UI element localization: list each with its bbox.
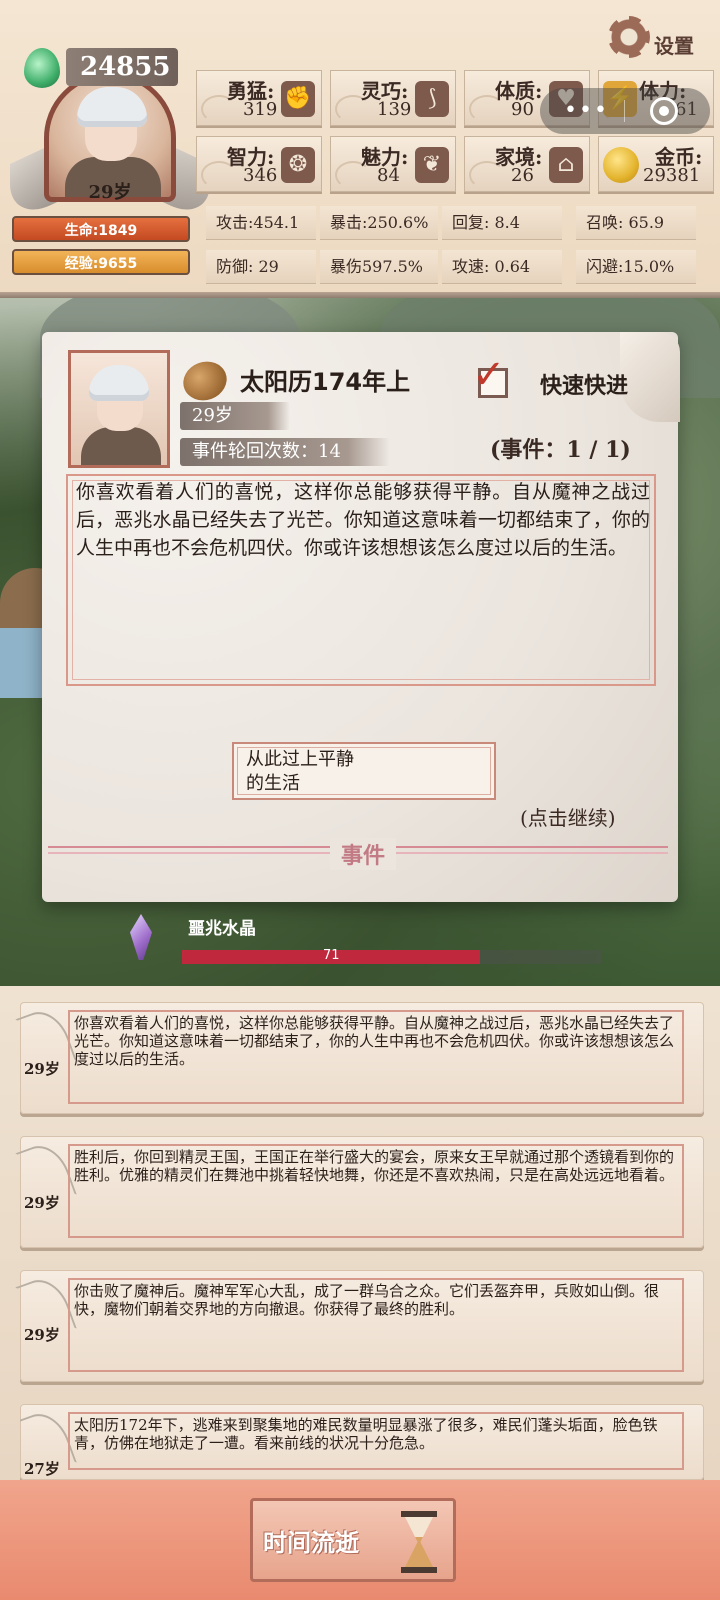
gear-icon[interactable] <box>608 16 650 58</box>
event-age: 29岁 <box>180 402 290 430</box>
log-age: 29岁 <box>24 1326 60 1344</box>
log-entry: 29岁 胜利后，你回到精灵王国，王国正在举行盛大的宴会，原来女王早就通过那个透镜… <box>15 1136 704 1248</box>
crystal-progress-bar <box>182 950 602 964</box>
attr-bravery: 勇猛: 319 ✊ <box>196 70 322 126</box>
attr-agility: 灵巧: 139 ⟆ <box>330 70 456 126</box>
hourglass-icon <box>401 1511 437 1573</box>
stat-regen: 回复: 8.4 <box>442 206 562 240</box>
character-header: 29岁 24855 生命:1849 经验:9655 勇猛: 319 ✊ 灵巧: … <box>0 0 720 298</box>
log-entry: 27岁 太阳历172年下，逃难来到聚集地的难民数量明显暴涨了很多，难民们蓬头垢面… <box>20 1404 704 1480</box>
close-target-icon[interactable] <box>650 97 678 125</box>
stat-defense: 防御: 29 <box>206 250 316 284</box>
log-text: 你喜欢看着人们的喜悦，这样你总能够获得平静。自从魔神之战过后，恶兆水晶已经失去了… <box>74 1014 675 1068</box>
brain-icon: ❂ <box>281 147 315 183</box>
fast-forward-label[interactable]: 快速快进 <box>540 368 628 400</box>
stat-crit: 暴击:250.6% <box>320 206 438 240</box>
attr-gold: 金币: 29381 <box>598 136 714 192</box>
click-continue[interactable]: (点击继续) <box>520 802 616 831</box>
time-passes-button[interactable]: 时间流逝 <box>250 1498 456 1582</box>
more-icon[interactable]: ••• <box>564 98 609 123</box>
crystal-value: 71 <box>323 948 340 963</box>
attr-charm: 魅力: 84 ❦ <box>330 136 456 192</box>
cloak-icon: ⟆ <box>415 81 449 117</box>
stat-summon: 召唤: 65.9 <box>576 206 696 240</box>
log-age: 29岁 <box>24 1194 60 1212</box>
house-icon: ⌂ <box>549 147 583 183</box>
fist-icon: ✊ <box>281 81 315 117</box>
log-text: 太阳历172年下，逃难来到聚集地的难民数量明显暴涨了很多，难民们蓬头垢面，脸色铁… <box>74 1416 658 1452</box>
event-count: (事件：1 / 1) <box>490 437 631 463</box>
log-entry: 29岁 你击败了魔神后。魔神军军心大乱，成了一群乌合之众。它们丢盔弃甲，兵败如山… <box>15 1270 704 1382</box>
time-passes-label: 时间流逝 <box>263 1529 359 1557</box>
log-entry: 29岁 你喜欢看着人们的喜悦，这样你总能够获得平静。自从魔神之战过后，恶兆水晶已… <box>15 1002 704 1114</box>
log-text: 胜利后，你回到精灵王国，王国正在举行盛大的宴会，原来女王早就通过那个透镜看到你的… <box>74 1148 675 1184</box>
settings-button[interactable]: 设置 <box>654 30 694 59</box>
attr-family: 家境: 26 ⌂ <box>464 136 590 192</box>
log-text: 你击败了魔神后。魔神军军心大乱，成了一群乌合之众。它们丢盔弃甲，兵败如山倒。很快… <box>74 1282 660 1318</box>
calendar-date: 太阳历174年上 <box>240 368 411 396</box>
stat-attack: 攻击:454.1 <box>206 206 316 240</box>
event-log[interactable]: 29岁 你喜欢看着人们的喜悦，这样你总能够获得平静。自从魔神之战过后，恶兆水晶已… <box>0 986 720 1480</box>
xp-bar: 经验:9655 <box>12 249 190 275</box>
event-rounds: 事件轮回次数：14 <box>180 438 390 466</box>
stat-dodge: 闪避:15.0% <box>576 250 696 284</box>
coin-icon <box>603 147 639 183</box>
checkmark-icon: ✓ <box>472 352 506 398</box>
event-description: 你喜欢看着人们的喜悦，这样你总能够获得平静。自从魔神之战过后，恶兆水晶已经失去了… <box>76 481 650 559</box>
score-display: 24855 <box>66 48 178 86</box>
event-portrait <box>68 350 170 468</box>
stat-crit-damage: 暴伤597.5% <box>320 250 438 284</box>
flower-icon: ❦ <box>415 147 449 183</box>
choice-button[interactable]: 从此过上平静的生活 <box>232 742 496 800</box>
footer-bar: 时间流逝 <box>0 1480 720 1600</box>
log-age: 29岁 <box>24 1060 60 1078</box>
event-section-label: 事件 <box>330 838 396 870</box>
choice-label: 从此过上平静的生活 <box>246 749 354 794</box>
crystal-name: 噩兆水晶 <box>188 919 256 939</box>
log-age: 27岁 <box>24 1460 60 1478</box>
hp-bar: 生命:1849 <box>12 216 190 242</box>
character-age: 29岁 <box>88 182 132 203</box>
spirit-gem-icon <box>24 48 60 88</box>
attr-intelligence: 智力: 346 ❂ <box>196 136 322 192</box>
miniprogram-capsule: ••• <box>540 88 710 134</box>
stat-attack-speed: 攻速: 0.64 <box>442 250 562 284</box>
